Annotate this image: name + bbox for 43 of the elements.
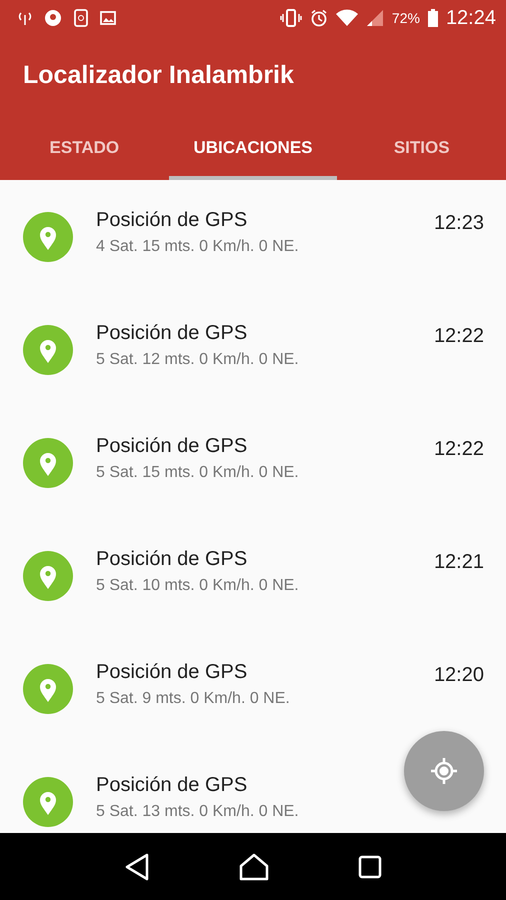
location-time: 12:22 bbox=[434, 325, 484, 348]
locate-icon bbox=[430, 757, 458, 785]
back-icon[interactable] bbox=[124, 852, 150, 880]
location-time: 12:21 bbox=[434, 551, 484, 574]
battery-icon bbox=[428, 9, 438, 27]
badge-icon bbox=[44, 9, 62, 27]
location-pin-icon bbox=[23, 776, 73, 826]
wifi-icon bbox=[336, 9, 358, 27]
battery-percent: 72% bbox=[392, 10, 420, 26]
alarm-icon bbox=[310, 9, 328, 27]
location-details: 5 Sat. 13 mts. 0 Km/h. 0 NE. bbox=[96, 803, 300, 821]
home-icon[interactable] bbox=[238, 852, 269, 880]
location-pin-icon bbox=[23, 664, 73, 714]
location-pin-icon bbox=[23, 438, 73, 488]
location-details: 5 Sat. 15 mts. 0 Km/h. 0 NE. bbox=[96, 464, 300, 482]
tab[interactable]: ESTADO bbox=[0, 115, 169, 180]
location-title: Posición de GPS bbox=[96, 548, 248, 571]
location-title: Posición de GPS bbox=[96, 435, 248, 458]
location-title: Posición de GPS bbox=[96, 661, 248, 684]
recents-icon[interactable] bbox=[358, 854, 382, 878]
location-time: 12:20 bbox=[434, 664, 484, 687]
tab[interactable]: UBICACIONES bbox=[168, 115, 338, 180]
location-pin-icon bbox=[23, 550, 73, 600]
vibrate-icon bbox=[280, 9, 302, 27]
location-details: 5 Sat. 12 mts. 0 Km/h. 0 NE. bbox=[96, 351, 300, 369]
location-title: Posición de GPS bbox=[96, 322, 248, 345]
clock: 12:24 bbox=[446, 6, 496, 30]
location-time: 12:22 bbox=[434, 438, 484, 461]
location-title: Posición de GPS bbox=[96, 774, 248, 797]
image-icon bbox=[100, 10, 116, 26]
locate-button[interactable] bbox=[404, 731, 484, 811]
tab[interactable]: SITIOS bbox=[337, 115, 506, 180]
phone-icon bbox=[74, 9, 88, 27]
location-pin-icon bbox=[23, 324, 73, 374]
location-details: 5 Sat. 9 mts. 0 Km/h. 0 NE. bbox=[96, 690, 291, 708]
location-time: 12:23 bbox=[434, 212, 484, 235]
location-pin-icon bbox=[23, 212, 73, 262]
location-title: Posición de GPS bbox=[96, 209, 248, 232]
app-title: Localizador Inalambrik bbox=[23, 61, 294, 90]
location-details: 5 Sat. 10 mts. 0 Km/h. 0 NE. bbox=[96, 577, 300, 595]
location-details: 4 Sat. 15 mts. 0 Km/h. 0 NE. bbox=[96, 238, 300, 256]
antenna-icon bbox=[18, 11, 32, 25]
signal-icon bbox=[366, 9, 384, 27]
